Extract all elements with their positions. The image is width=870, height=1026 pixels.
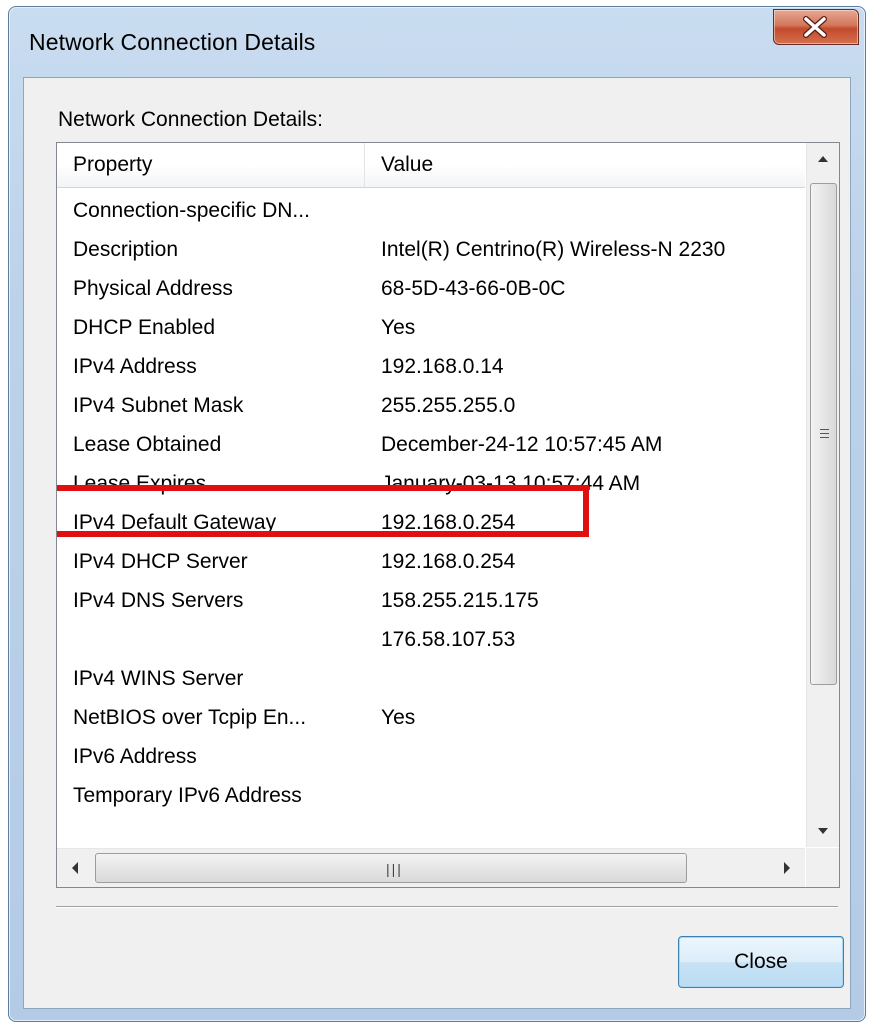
- table-row[interactable]: Lease Expires January-03-13 10:57:44 AM: [57, 466, 805, 505]
- horizontal-scroll-thumb[interactable]: |||: [95, 853, 687, 883]
- table-row[interactable]: DHCP Enabled Yes: [57, 310, 805, 349]
- value-cell: 176.58.107.53: [381, 628, 516, 651]
- value-cell: 68-5D-43-66-0B-0C: [381, 277, 566, 300]
- table-row[interactable]: IPv4 Default Gateway 192.168.0.254: [57, 505, 805, 544]
- dialog-window: Network Connection Details Network Conne…: [8, 6, 866, 1022]
- table-row[interactable]: IPv4 Address 192.168.0.14: [57, 349, 805, 388]
- scroll-down-button[interactable]: [807, 815, 839, 847]
- dialog-client-area: Network Connection Details: Property Val…: [23, 77, 851, 1009]
- arrow-right-icon: [784, 862, 790, 874]
- value-cell: 158.255.215.175: [381, 589, 539, 612]
- arrow-down-icon: [818, 828, 828, 834]
- property-cell: NetBIOS over Tcpip En...: [73, 706, 307, 729]
- property-cell: Connection-specific DN...: [73, 199, 310, 222]
- property-cell: IPv4 WINS Server: [73, 667, 244, 690]
- value-cell: 192.168.0.254: [381, 550, 516, 573]
- property-cell: IPv4 DHCP Server: [73, 550, 248, 573]
- property-cell: IPv4 Subnet Mask: [73, 394, 244, 417]
- table-row[interactable]: Physical Address 68-5D-43-66-0B-0C: [57, 271, 805, 310]
- details-group-label: Network Connection Details:: [58, 108, 323, 131]
- scroll-up-button[interactable]: [807, 143, 839, 175]
- table-row[interactable]: Connection-specific DN...: [57, 193, 805, 232]
- details-list-view[interactable]: Property Value Connection-specific DN...…: [56, 142, 840, 888]
- column-header-value[interactable]: Value: [365, 143, 805, 187]
- title-close-button[interactable]: [773, 9, 859, 45]
- value-cell: Intel(R) Centrino(R) Wireless-N 2230: [381, 238, 726, 261]
- scroll-left-button[interactable]: [57, 849, 93, 887]
- value-cell: January-03-13 10:57:44 AM: [381, 472, 641, 495]
- property-cell: Description: [73, 238, 179, 261]
- separator-line: [56, 906, 838, 908]
- close-icon: [803, 16, 827, 38]
- vertical-scrollbar[interactable]: [806, 143, 839, 847]
- column-header-property[interactable]: Property: [57, 143, 365, 187]
- value-cell: December-24-12 10:57:45 AM: [381, 433, 663, 456]
- value-cell: 192.168.0.14: [381, 355, 504, 378]
- table-row[interactable]: IPv4 DHCP Server 192.168.0.254: [57, 544, 805, 583]
- table-row[interactable]: IPv4 WINS Server: [57, 661, 805, 700]
- close-button[interactable]: Close: [678, 936, 844, 988]
- value-cell: 255.255.255.0: [381, 394, 516, 417]
- property-cell: IPv4 Default Gateway: [73, 511, 277, 534]
- table-row[interactable]: Lease Obtained December-24-12 10:57:45 AM: [57, 427, 805, 466]
- window-title: Network Connection Details: [29, 29, 316, 55]
- property-cell: Physical Address: [73, 277, 233, 300]
- arrow-left-icon: [72, 862, 78, 874]
- scrollbar-corner: [806, 848, 839, 887]
- value-cell: Yes: [381, 316, 416, 339]
- arrow-up-icon: [818, 156, 828, 162]
- thumb-grip-icon: [820, 429, 829, 441]
- table-row[interactable]: IPv4 DNS Servers 158.255.215.175: [57, 583, 805, 622]
- value-cell: Yes: [381, 706, 416, 729]
- property-cell: IPv4 DNS Servers: [73, 589, 244, 612]
- scroll-right-button[interactable]: [769, 849, 805, 887]
- table-row[interactable]: Temporary IPv6 Address: [57, 778, 805, 817]
- thumb-grip-icon: |||: [386, 861, 403, 877]
- list-header: Property Value: [57, 143, 805, 188]
- table-row[interactable]: 176.58.107.53: [57, 622, 805, 661]
- property-cell: IPv6 Address: [73, 745, 197, 768]
- list-rows: Connection-specific DN... Description Int…: [57, 193, 805, 817]
- property-cell: IPv4 Address: [73, 355, 197, 378]
- value-cell: 192.168.0.254: [381, 511, 516, 534]
- table-row[interactable]: NetBIOS over Tcpip En... Yes: [57, 700, 805, 739]
- property-cell: Temporary IPv6 Address: [73, 784, 302, 807]
- property-cell: Lease Expires: [73, 472, 207, 495]
- horizontal-scrollbar[interactable]: |||: [57, 848, 805, 887]
- table-row[interactable]: Description Intel(R) Centrino(R) Wireless…: [57, 232, 805, 271]
- table-row[interactable]: IPv6 Address: [57, 739, 805, 778]
- table-row[interactable]: IPv4 Subnet Mask 255.255.255.0: [57, 388, 805, 427]
- property-cell: DHCP Enabled: [73, 316, 216, 339]
- vertical-scroll-thumb[interactable]: [810, 183, 837, 685]
- property-cell: Lease Obtained: [73, 433, 222, 456]
